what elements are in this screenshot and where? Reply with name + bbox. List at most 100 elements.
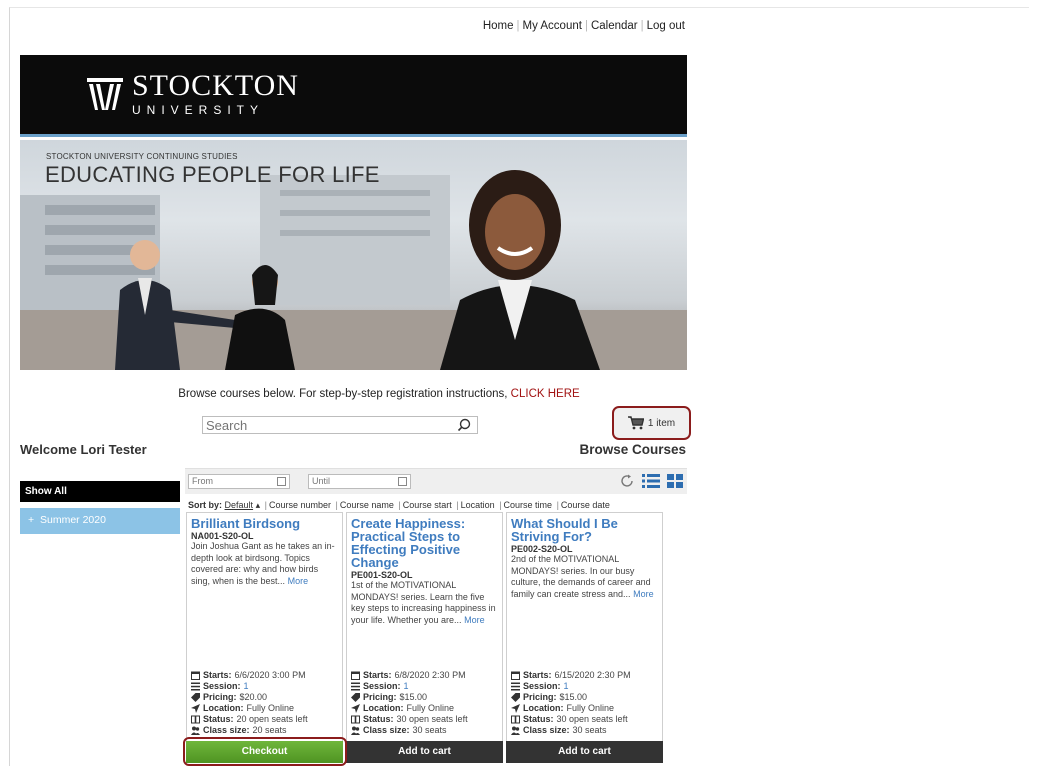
instructions-text: Browse courses below. For step-by-step r… [178,388,508,400]
from-date-field[interactable]: From [188,474,290,489]
sort-course-time[interactable]: Course time [504,500,553,510]
until-date-placeholder: Until [312,476,331,486]
sort-course-date[interactable]: Course date [561,500,610,510]
course-session: 1 [563,681,569,691]
university-seal-icon [87,78,123,110]
tag-icon [351,693,360,702]
course-description: Join Joshua Gant as he takes an in-depth… [191,541,335,586]
course-price: $15.00 [399,692,428,702]
course-location: Fully Online [246,703,295,713]
refresh-icon[interactable] [619,473,635,489]
sort-default[interactable]: Default [225,500,254,510]
filter-bar: From Until [185,468,687,494]
list-icon [191,682,200,691]
sort-label: Sort by: [188,500,223,510]
site-header: STOCKTON UNIVERSITY [20,55,687,137]
banner-heading: EDUCATING PEOPLE FOR LIFE [45,162,380,187]
cart-count: 1 item [647,417,676,429]
category-sidebar: Show All + Summer 2020 [20,481,180,534]
sort-course-number[interactable]: Course number [269,500,331,510]
welcome-message: Welcome Lori Tester [20,442,147,457]
search-input[interactable] [203,417,453,433]
course-start: 6/8/2020 2:30 PM [394,670,466,680]
until-date-field[interactable]: Until [308,474,411,489]
sort-course-name[interactable]: Course name [340,500,394,510]
course-meta: Starts: 6/8/2020 2:30 PM Session: 1 Pricin… [351,670,468,736]
course-start: 6/6/2020 3:00 PM [234,670,306,680]
location-arrow-icon [191,704,200,713]
course-card: Create Happiness: Practical Steps to Eff… [346,512,503,745]
banner-subheading: STOCKTON UNIVERSITY CONTINUING STUDIES [46,152,238,161]
nav-home-link[interactable]: Home [483,20,514,32]
sort-location[interactable]: Location [461,500,495,510]
course-location: Fully Online [566,703,615,713]
course-status: 20 open seats left [236,714,308,724]
grid-view-icon[interactable] [667,473,683,489]
nav-account-link[interactable]: My Account [523,20,582,32]
course-status: 30 open seats left [556,714,628,724]
registration-instructions: Browse courses below. For step-by-step r… [0,388,700,400]
more-link[interactable]: More [464,615,485,625]
list-icon [351,682,360,691]
checkout-highlight [183,737,347,766]
hero-banner: STOCKTON UNIVERSITY CONTINUING STUDIES E… [20,140,687,370]
add-to-cart-button[interactable]: Add to cart [346,741,503,763]
course-title[interactable]: Create Happiness: Practical Steps to Eff… [351,517,499,569]
logo-subtitle: UNIVERSITY [132,103,265,117]
course-session: 1 [403,681,409,691]
book-icon [191,715,200,724]
course-location: Fully Online [406,703,455,713]
calendar-icon [351,671,360,680]
search-box [202,416,478,434]
calendar-icon[interactable] [398,477,407,486]
tag-icon [511,693,520,702]
course-title[interactable]: Brilliant Birdsong [191,517,339,530]
search-icon[interactable] [457,418,471,432]
top-nav: Home | My Account | Calendar | Log out [482,20,685,32]
cart-button[interactable]: 1 item [612,406,691,440]
tag-icon [191,693,200,702]
course-meta: Starts: 6/6/2020 3:00 PM Session: 1 Pricin… [191,670,308,736]
users-icon [511,726,520,735]
calendar-icon [191,671,200,680]
course-class-size: 30 seats [412,725,447,735]
course-description: 1st of the MOTIVATIONAL MONDAYS! series.… [351,580,496,625]
course-title[interactable]: What Should I Be Striving For? [511,517,659,543]
more-link[interactable]: More [633,589,654,599]
click-here-link[interactable]: CLICK HERE [511,388,580,400]
stockton-logo[interactable]: STOCKTON UNIVERSITY [86,71,299,117]
from-date-placeholder: From [192,476,213,486]
course-description: 2nd of the MOTIVATIONAL MONDAYS! series.… [511,554,654,599]
nav-calendar-link[interactable]: Calendar [591,20,638,32]
users-icon [191,726,200,735]
list-view-icon[interactable] [642,473,660,489]
nav-logout-link[interactable]: Log out [647,20,685,32]
course-class-size: 20 seats [252,725,287,735]
browse-courses-title: Browse Courses [579,442,686,457]
sidebar-item-summer-2020[interactable]: + Summer 2020 [20,508,180,534]
course-price: $20.00 [239,692,268,702]
book-icon [351,715,360,724]
sort-asc-icon: ▴ [255,500,261,510]
course-code: PE002-S20-OL [511,544,573,554]
course-price: $15.00 [559,692,588,702]
location-arrow-icon [511,704,520,713]
sort-course-start[interactable]: Course start [403,500,452,510]
more-link[interactable]: More [288,576,309,586]
course-meta: Starts: 6/15/2020 2:30 PM Session: 1 Prici… [511,670,631,736]
course-start: 6/15/2020 2:30 PM [554,670,631,680]
course-code: NA001-S20-OL [191,531,254,541]
course-session: 1 [243,681,249,691]
users-icon [351,726,360,735]
add-to-cart-button[interactable]: Add to cart [506,741,663,763]
book-icon [511,715,520,724]
sort-bar: Sort by: Default ▴ | Course number | Cours… [188,500,610,510]
shopping-cart-icon [627,416,644,430]
course-status: 30 open seats left [396,714,468,724]
course-card: Brilliant Birdsong NA001-S20-OL Join Jos… [186,512,343,745]
sidebar-show-all[interactable]: Show All [20,481,180,502]
course-card: What Should I Be Striving For? PE002-S20… [506,512,663,745]
calendar-icon[interactable] [277,477,286,486]
list-icon [511,682,520,691]
course-class-size: 30 seats [572,725,607,735]
